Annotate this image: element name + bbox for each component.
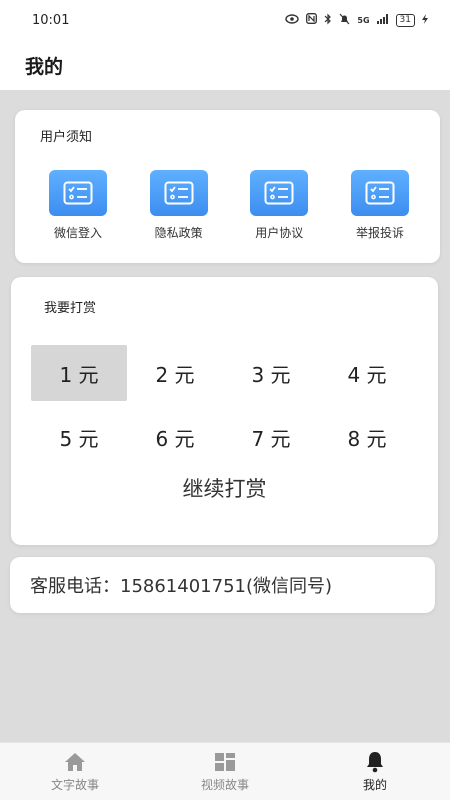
- main-content: 用户须知 微信登入 隐私政策 用户协议 举报投诉 我要打赏 1 元 2 元 3 …: [0, 90, 450, 742]
- notice-item-label: 举报投诉: [355, 226, 404, 240]
- amount-option-2[interactable]: 2 元: [127, 345, 223, 401]
- signal-5g-icon: 5G: [357, 15, 370, 25]
- battery-icon: 31: [395, 13, 415, 27]
- eye-icon: [285, 13, 300, 27]
- tab-video-stories[interactable]: 视频故事: [150, 743, 300, 800]
- notice-item-label: 隐私政策: [154, 226, 203, 240]
- status-bar: 10:01 5G 31: [0, 0, 450, 40]
- continue-reward-button[interactable]: 继续打赏: [11, 473, 438, 503]
- tab-label: 文字故事: [50, 777, 99, 792]
- amount-option-5[interactable]: 5 元: [31, 409, 127, 465]
- document-check-icon: [350, 170, 409, 216]
- notice-item-user-agreement[interactable]: 用户协议: [234, 170, 324, 241]
- amount-option-6[interactable]: 6 元: [127, 409, 223, 465]
- notice-item-label: 用户协议: [255, 226, 304, 240]
- mute-bell-icon: [339, 13, 350, 28]
- amount-option-8[interactable]: 8 元: [319, 409, 415, 465]
- notice-item-privacy-policy[interactable]: 隐私政策: [134, 170, 224, 241]
- document-check-icon: [250, 170, 309, 216]
- reward-amount-grid: 1 元 2 元 3 元 4 元 5 元 6 元 7 元 8 元: [31, 345, 415, 465]
- document-check-icon: [49, 170, 107, 216]
- status-icons: 5G 31: [285, 13, 428, 28]
- bluetooth-icon: [324, 13, 332, 28]
- notice-item-label: 微信登入: [53, 226, 102, 240]
- user-notice-items: 微信登入 隐私政策 用户协议 举报投诉: [33, 170, 425, 241]
- tab-label: 视频故事: [200, 777, 249, 792]
- charging-icon: [422, 13, 428, 27]
- app-header: 我的: [0, 40, 450, 90]
- notice-item-report-complaint[interactable]: 举报投诉: [335, 170, 425, 241]
- tab-mine[interactable]: 我的: [300, 743, 450, 800]
- amount-option-1[interactable]: 1 元: [31, 345, 127, 401]
- customer-service-phone: 客服电话：15861401751(微信同号): [30, 576, 333, 597]
- document-check-icon: [149, 170, 208, 216]
- page-title: 我的: [25, 55, 64, 78]
- nfc-icon: [306, 13, 318, 27]
- reward-title: 我要打赏: [44, 301, 97, 316]
- user-notice-card: 用户须知 微信登入 隐私政策 用户协议 举报投诉: [15, 110, 440, 263]
- bell-icon: [365, 751, 385, 773]
- bottom-tab-bar: 文字故事 视频故事 我的: [0, 742, 450, 800]
- tab-label: 我的: [362, 777, 387, 792]
- notice-item-wechat-login[interactable]: 微信登入: [33, 170, 123, 241]
- amount-option-4[interactable]: 4 元: [319, 345, 415, 401]
- amount-option-3[interactable]: 3 元: [223, 345, 319, 401]
- grid-icon: [214, 751, 236, 773]
- user-notice-title: 用户须知: [40, 130, 93, 145]
- signal-bars-icon: [376, 13, 389, 27]
- tab-text-stories[interactable]: 文字故事: [0, 743, 150, 800]
- reward-card: 我要打赏 1 元 2 元 3 元 4 元 5 元 6 元 7 元 8 元 继续打…: [11, 277, 438, 545]
- customer-service-card: 客服电话：15861401751(微信同号): [10, 557, 435, 613]
- amount-option-7[interactable]: 7 元: [223, 409, 319, 465]
- home-icon: [64, 751, 86, 773]
- status-time: 10:01: [32, 12, 70, 28]
